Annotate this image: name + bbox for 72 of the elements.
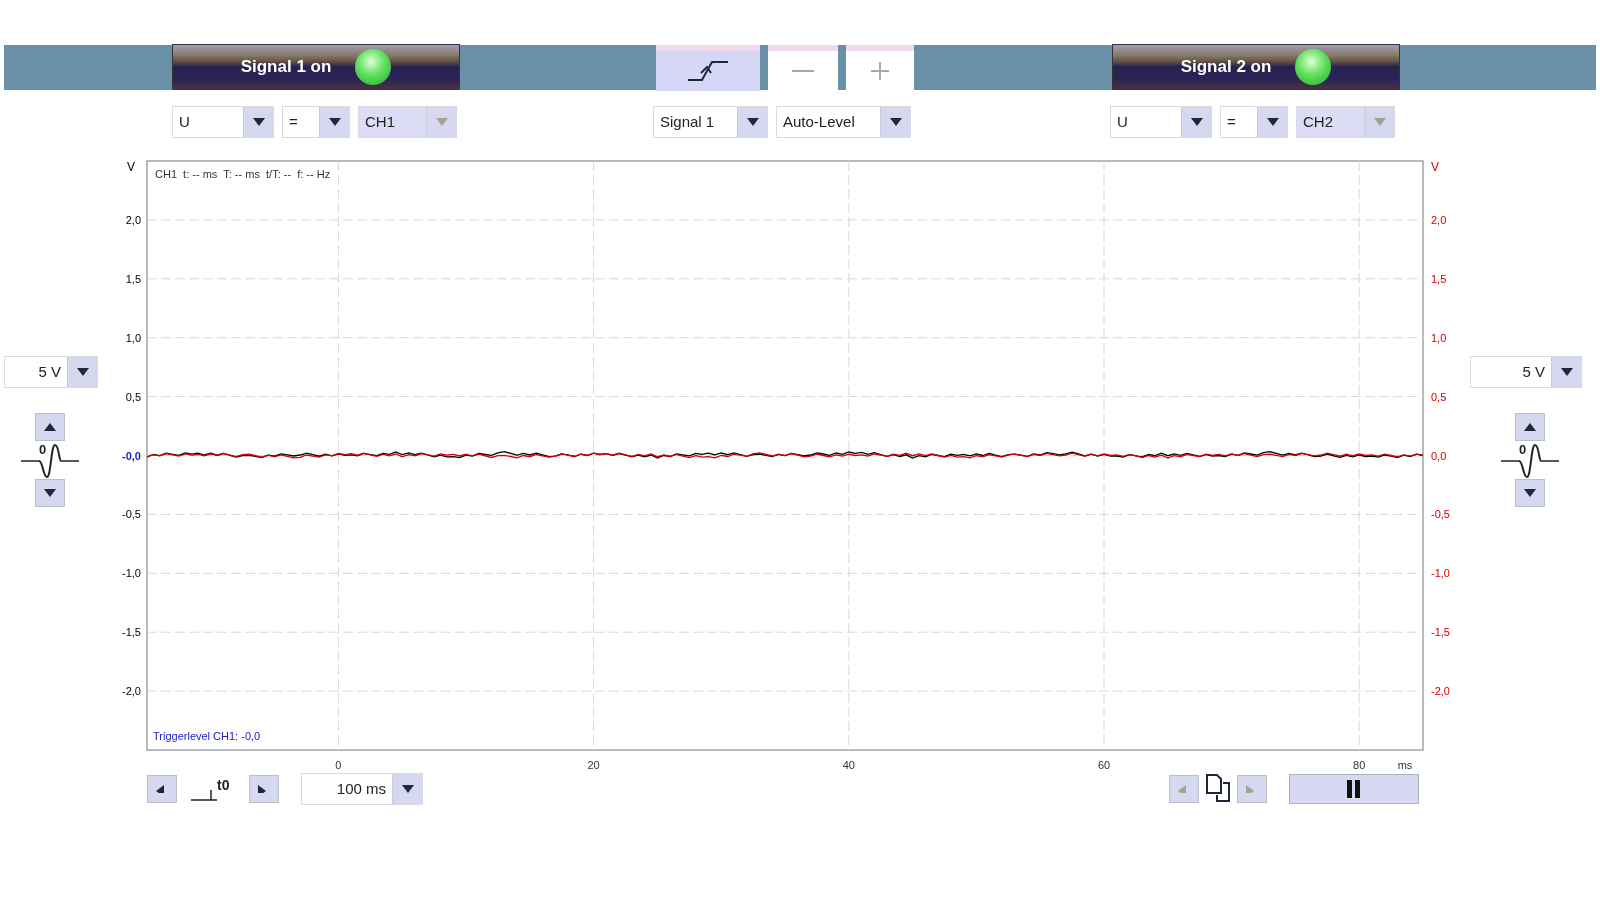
caret-icon bbox=[44, 489, 56, 497]
range-dropdown[interactable]: 5 V bbox=[4, 356, 98, 388]
x-unit-label: ms bbox=[1397, 759, 1413, 771]
caret-icon bbox=[1560, 368, 1573, 376]
caret-icon bbox=[435, 118, 448, 126]
y-tick-label: 1,5 bbox=[125, 272, 141, 285]
trigger-edge-button[interactable] bbox=[656, 45, 760, 91]
y-tick-label: 1,0 bbox=[1431, 331, 1447, 344]
y-tick-label: -1,0 bbox=[122, 567, 141, 580]
time-origin-label: t0 bbox=[217, 777, 230, 793]
y-tick-label: 2,0 bbox=[125, 213, 141, 226]
caret-icon bbox=[746, 118, 759, 126]
signal-toggle-button[interactable]: Signal 2 on bbox=[1112, 44, 1400, 90]
quantity-dropdown[interactable]: U bbox=[1110, 106, 1212, 138]
led-icon bbox=[355, 49, 392, 85]
offset-label: 0 bbox=[39, 442, 47, 457]
caret-icon bbox=[889, 118, 902, 126]
caret-icon bbox=[1524, 423, 1536, 431]
trigger-source-dropdown[interactable]: Signal 1 bbox=[653, 106, 768, 138]
copy-icon bbox=[1203, 773, 1233, 805]
right-unit-label: V bbox=[1431, 160, 1439, 174]
signal-toggle-button[interactable]: Signal 1 on bbox=[172, 44, 460, 90]
y-tick-label: -2,0 bbox=[122, 685, 141, 698]
up-button[interactable] bbox=[1515, 413, 1545, 441]
y-tick-label: 0,0 bbox=[1431, 449, 1447, 462]
y-tick-label: -0,0 bbox=[122, 449, 141, 462]
x-tick-label: 40 bbox=[842, 759, 855, 771]
timebase-dropdown[interactable]: 100 ms bbox=[301, 773, 423, 805]
quantity-dropdown[interactable]: U bbox=[172, 106, 274, 138]
caret-icon bbox=[1266, 118, 1279, 126]
y-tick-label: 0,5 bbox=[125, 390, 141, 403]
caret-icon bbox=[76, 368, 89, 376]
measurement-readout: CH1 t: -- ms T: -- ms t/T: -- f: -- Hz bbox=[155, 168, 331, 180]
y-tick-label: 2,0 bbox=[1431, 213, 1447, 226]
x-tick-label: 20 bbox=[587, 759, 600, 771]
x-tick-label: 0 bbox=[335, 759, 342, 771]
y-tick-label: -0,5 bbox=[1431, 508, 1450, 521]
pause-icon bbox=[1347, 780, 1361, 798]
trigger-mode-dropdown[interactable]: Auto-Level bbox=[776, 106, 911, 138]
range-dropdown[interactable]: 5 V bbox=[1470, 356, 1582, 388]
y-tick-label: -1,5 bbox=[122, 626, 141, 639]
coupling-dropdown[interactable]: = bbox=[1220, 106, 1288, 138]
down-button[interactable] bbox=[1515, 479, 1545, 507]
y-tick-label: -2,0 bbox=[1431, 685, 1450, 698]
pause-button[interactable] bbox=[1289, 774, 1419, 804]
caret-icon bbox=[1373, 118, 1386, 126]
plus-icon bbox=[871, 62, 889, 80]
down-button[interactable] bbox=[35, 479, 65, 507]
caret-icon bbox=[328, 118, 341, 126]
rising-edge-icon bbox=[686, 59, 730, 83]
next-button[interactable] bbox=[249, 775, 279, 803]
caret-icon bbox=[252, 118, 265, 126]
offset-label: 0 bbox=[1519, 442, 1527, 457]
previous-button[interactable] bbox=[147, 775, 177, 803]
caret-icon bbox=[1524, 489, 1536, 497]
y-tick-label: -1,0 bbox=[1431, 567, 1450, 580]
trigger-level-readout: Triggerlevel CH1: -0,0 bbox=[153, 730, 261, 742]
caret-icon bbox=[401, 785, 414, 793]
y-tick-label: -1,5 bbox=[1431, 626, 1450, 639]
y-tick-label: 0,5 bbox=[1431, 390, 1447, 403]
left-unit-label: V bbox=[127, 160, 135, 174]
caret-icon bbox=[44, 423, 56, 431]
up-button[interactable] bbox=[35, 413, 65, 441]
coupling-dropdown[interactable]: = bbox=[282, 106, 350, 138]
x-tick-label: 60 bbox=[1097, 759, 1111, 771]
minus-icon bbox=[792, 70, 814, 72]
y-tick-label: 1,0 bbox=[125, 331, 141, 344]
led-icon bbox=[1295, 49, 1332, 85]
x-tick-label: 80 bbox=[1353, 759, 1366, 771]
caret-icon bbox=[1190, 118, 1203, 126]
y-tick-label: 1,5 bbox=[1431, 272, 1447, 285]
y-tick-label: -0,5 bbox=[122, 508, 141, 521]
